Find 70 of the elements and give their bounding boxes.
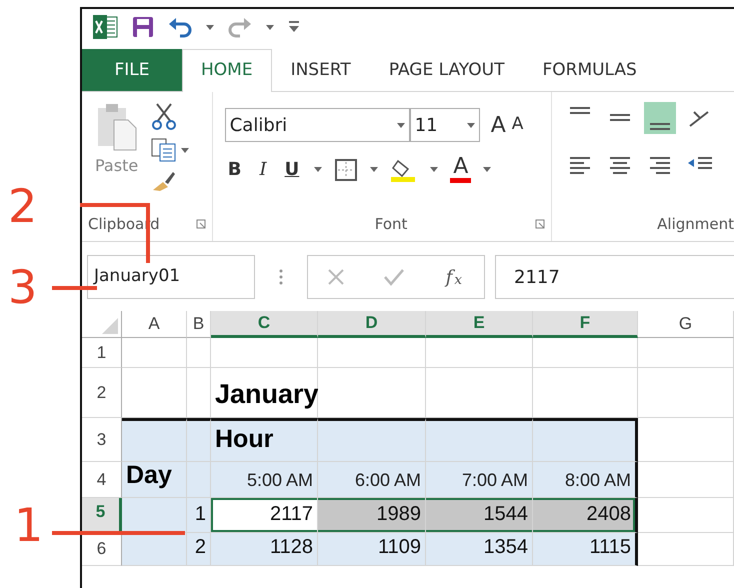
ribbon-tab[interactable]: INSERT	[272, 49, 370, 91]
caret-icon[interactable]	[206, 24, 214, 30]
table-cell: 8:00 AM	[533, 462, 638, 498]
ribbon-tab[interactable]: FILE	[82, 49, 182, 91]
bottom-align-icon[interactable]	[644, 102, 676, 134]
spreadsheet-logo-icon[interactable]	[92, 15, 118, 39]
column-header[interactable]: C	[211, 311, 318, 338]
table-cell: 1	[187, 498, 211, 533]
callout-number: 2	[8, 183, 38, 229]
caret-icon[interactable]	[430, 167, 438, 172]
ribbon-tab[interactable]: FORMULAS	[523, 49, 656, 91]
column-header[interactable]: F	[533, 311, 638, 338]
table-cell: 1354	[426, 533, 533, 566]
table-cell: 2408	[533, 498, 638, 533]
caret-icon[interactable]	[396, 122, 405, 128]
column-header[interactable]: D	[318, 311, 426, 338]
group-label: Font	[374, 214, 408, 234]
save-icon[interactable]	[132, 16, 154, 38]
caret-icon[interactable]	[266, 24, 274, 30]
undo-icon[interactable]	[168, 16, 192, 38]
table-cell: Hour	[211, 418, 318, 462]
ribbon-tab[interactable]: HOME	[182, 49, 272, 92]
borders-icon[interactable]	[334, 158, 358, 182]
group-label: Alignment	[657, 214, 734, 234]
formula-field[interactable]: 2117	[495, 255, 734, 299]
font-name-field[interactable]: Calibri	[224, 108, 410, 142]
caret-icon[interactable]	[181, 148, 190, 152]
triangle-icon	[102, 318, 118, 334]
table-cell: 1115	[533, 533, 638, 566]
italic-button[interactable]: I	[256, 156, 270, 183]
table-cell: 7:00 AM	[426, 462, 533, 498]
customize-icon[interactable]	[288, 21, 300, 33]
row-header[interactable]: 5	[82, 498, 122, 533]
table-cell: 6:00 AM	[318, 462, 426, 498]
table-cell: 1109	[318, 533, 426, 566]
caret-icon[interactable]	[466, 122, 475, 128]
paste-button[interactable]: Paste	[92, 102, 142, 192]
column-header[interactable]: A	[122, 311, 187, 338]
caret-icon[interactable]	[370, 167, 378, 172]
column-header[interactable]: E	[426, 311, 533, 338]
check-icon[interactable]	[382, 268, 405, 286]
caret-icon[interactable]	[483, 167, 492, 172]
table-cell: 5:00 AM	[211, 462, 318, 498]
caret-icon[interactable]	[314, 167, 322, 172]
insert-function-button[interactable]: f$_{x}$	[442, 264, 466, 290]
grip-icon	[279, 269, 283, 285]
font-size-field[interactable]: 11	[410, 108, 480, 142]
column-header[interactable]: B	[187, 311, 211, 338]
dialog-launcher-icon[interactable]	[535, 218, 545, 229]
ribbon-tab[interactable]: PAGE LAYOUT	[370, 49, 524, 91]
callout-number: 1	[14, 502, 44, 548]
shrink-font-button[interactable]: A	[508, 112, 526, 138]
bold-button[interactable]: B	[224, 156, 244, 183]
table-cell: 1989	[318, 498, 426, 533]
clipboard-icon	[96, 102, 138, 152]
grow-font-button[interactable]: A	[488, 108, 509, 142]
table-cell: January	[211, 368, 318, 418]
table-cell: 2117	[211, 498, 318, 533]
table-cell: 1128	[211, 533, 318, 566]
column-header[interactable]: G	[638, 311, 734, 338]
copy-icon[interactable]	[151, 138, 178, 162]
dialog-launcher-icon[interactable]	[196, 218, 206, 229]
callout-number: 3	[8, 264, 38, 310]
table-cell: Day	[122, 462, 187, 498]
font-color-button[interactable]: A	[450, 156, 472, 183]
leader-line	[52, 285, 97, 291]
underline-button[interactable]: U	[282, 156, 302, 183]
name-box[interactable]: January01	[87, 255, 255, 299]
table-cell: 1544	[426, 498, 533, 533]
table-cell: 2	[187, 533, 211, 566]
